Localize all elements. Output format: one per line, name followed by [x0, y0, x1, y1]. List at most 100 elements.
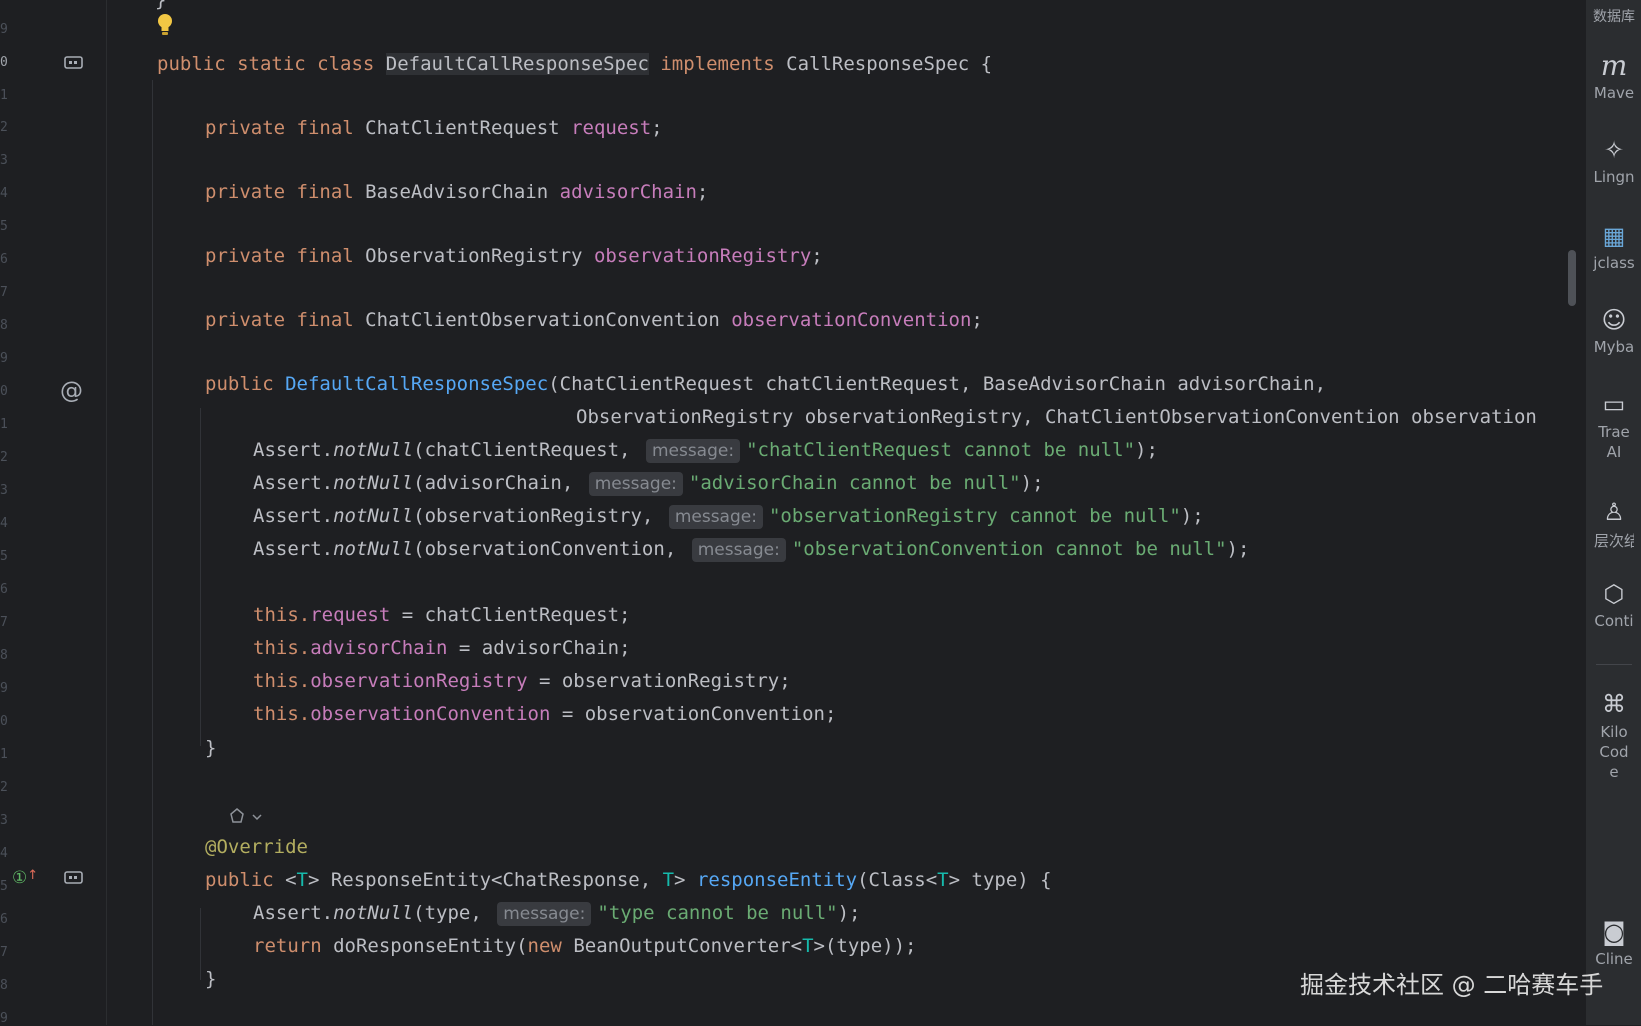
watermark: 掘金技术社区 @ 二哈赛车手	[1300, 971, 1604, 999]
code-line-assign: this.request = chatClientRequest;	[253, 601, 631, 629]
code-line-return: return doResponseEntity(new BeanOutputCo…	[253, 932, 917, 960]
line-number: 1	[0, 88, 8, 103]
code-line-assign: this.observationConvention = observation…	[253, 700, 836, 728]
code-punct: ;	[696, 181, 709, 203]
tool-kilo-code-button[interactable]: ⌘ Kilo Code	[1586, 690, 1641, 782]
code-line-assert: Assert.notNull(observationRegistry, mess…	[253, 502, 1204, 530]
code-text: (Class<	[857, 869, 938, 891]
code-text: (observationConvention,	[413, 538, 688, 560]
trae-ai-icon: ▭	[1602, 390, 1626, 418]
tool-lingma-button[interactable]: ✧ Lingn	[1586, 136, 1641, 186]
tool-maven-button[interactable]: m Mave	[1586, 49, 1641, 103]
line-number: 7	[0, 615, 8, 630]
code-text: > type) {	[948, 869, 1052, 891]
code-line-annotation: @Override	[205, 833, 308, 861]
line-number: 9	[0, 22, 8, 37]
lingma-icon: ✧	[1603, 136, 1625, 164]
tool-mybatis-button[interactable]: ☺ Myba	[1586, 306, 1641, 356]
continue-label: Conti	[1594, 612, 1634, 630]
code-string: "observationRegistry cannot be null"	[768, 505, 1181, 527]
code-line-field: private final ChatClientRequest request;	[205, 114, 663, 142]
code-text: ObservationRegistry observationRegistry,…	[576, 406, 1537, 428]
code-field: observationRegistry	[593, 245, 812, 267]
fold-method-icon[interactable]	[64, 870, 84, 886]
code-line-close: }	[205, 965, 216, 993]
line-number: 3	[0, 153, 8, 168]
tool-continue-button[interactable]: ⬡ Conti	[1586, 580, 1641, 630]
code-text: Assert.	[253, 505, 334, 527]
fold-class-icon[interactable]	[64, 55, 84, 71]
line-number: 6	[0, 912, 8, 927]
code-string: "chatClientRequest cannot be null"	[746, 439, 1136, 461]
tool-hierarchy-button[interactable]: ♙ 层次结	[1586, 498, 1641, 551]
code-line-assign: this.observationRegistry = observationRe…	[253, 667, 791, 695]
line-number: 3	[0, 813, 8, 828]
override-marker-icon[interactable]: ①↑	[12, 868, 38, 888]
code-keyword: this.	[253, 604, 311, 626]
editor-gutter[interactable]: 9 0 1 2 3 4 5 6 7 8 9 0 1 2 3 4 5 6 7 8 …	[0, 0, 107, 1026]
code-text: CallResponseSpec {	[786, 53, 993, 75]
code-keyword: public	[205, 869, 286, 891]
code-keyword: private final	[205, 117, 366, 139]
code-field: observationConvention	[310, 703, 551, 725]
code-text: <	[285, 869, 297, 891]
parameter-hint: message:	[668, 505, 763, 529]
at-annotation-icon[interactable]: @	[60, 378, 83, 404]
code-method-name: DefaultCallResponseSpec	[285, 373, 549, 395]
maven-icon: m	[1600, 49, 1628, 82]
code-line-field: private final ChatClientObservationConve…	[205, 306, 983, 334]
code-text: }	[205, 737, 217, 759]
code-punct: ;	[811, 245, 823, 267]
code-text: >(type));	[813, 935, 917, 957]
code-text: = observationConvention;	[550, 703, 837, 725]
override-marker-label: ①	[12, 868, 28, 888]
code-keyword: new	[527, 935, 574, 957]
tool-trae-ai-button[interactable]: ▭ Trae AI	[1586, 390, 1641, 462]
line-number: 8	[0, 318, 8, 333]
code-text: Assert.	[253, 439, 334, 461]
code-method-call: notNull	[333, 538, 414, 560]
lingma-label: Lingn	[1593, 168, 1635, 186]
line-number: 3	[0, 483, 8, 498]
code-field: request	[310, 604, 391, 626]
code-text: );	[1226, 538, 1250, 560]
code-keyword: this.	[253, 703, 311, 725]
code-line-constructor-cont: ObservationRegistry observationRegistry,…	[576, 403, 1537, 431]
code-field: observationConvention	[731, 309, 972, 331]
code-type: ChatClientRequest	[365, 117, 572, 139]
code-text: );	[1020, 472, 1044, 494]
code-text: );	[1135, 439, 1158, 461]
code-keyword: return	[253, 935, 334, 957]
code-type: ObservationRegistry	[365, 245, 594, 267]
cline-icon: ◙	[1602, 918, 1626, 946]
code-text: (observationRegistry,	[413, 505, 665, 527]
line-number: 4	[0, 186, 8, 201]
editor-scrollbar-thumb[interactable]	[1568, 250, 1576, 306]
code-class-name: DefaultCallResponseSpec	[385, 53, 649, 75]
code-keyword: implements	[648, 53, 787, 75]
code-keyword: private final	[205, 245, 366, 267]
code-type: BaseAdvisorChain	[365, 181, 560, 203]
code-type-param: T	[802, 935, 814, 957]
jclasslib-label: jclass	[1593, 254, 1635, 272]
code-string: "type cannot be null"	[597, 902, 838, 924]
line-number: 2	[0, 120, 8, 135]
code-line-field: private final BaseAdvisorChain advisorCh…	[205, 178, 708, 206]
code-annotation: @Override	[205, 836, 308, 858]
indent-guide	[200, 908, 201, 980]
tool-database-button[interactable]: 数据库	[1586, 6, 1641, 26]
tool-cline-button[interactable]: ◙ Cline	[1586, 918, 1641, 968]
line-number: 1	[0, 747, 8, 762]
tool-jclasslib-button[interactable]: ▦ jclass	[1586, 222, 1641, 272]
line-number: 5	[0, 219, 8, 234]
code-text: > ResponseEntity<ChatResponse,	[307, 869, 663, 891]
mybatis-label: Myba	[1593, 338, 1635, 356]
line-number: 2	[0, 450, 8, 465]
code-text: }	[205, 968, 217, 990]
code-text: = advisorChain;	[447, 637, 631, 659]
code-keyword: private final	[205, 181, 366, 203]
code-editor[interactable]: } public static class DefaultCallRespons…	[107, 0, 1585, 1025]
ai-assist-inlay-icon[interactable]	[227, 806, 267, 828]
lightbulb-icon[interactable]	[156, 12, 174, 38]
line-number: 2	[0, 780, 8, 795]
